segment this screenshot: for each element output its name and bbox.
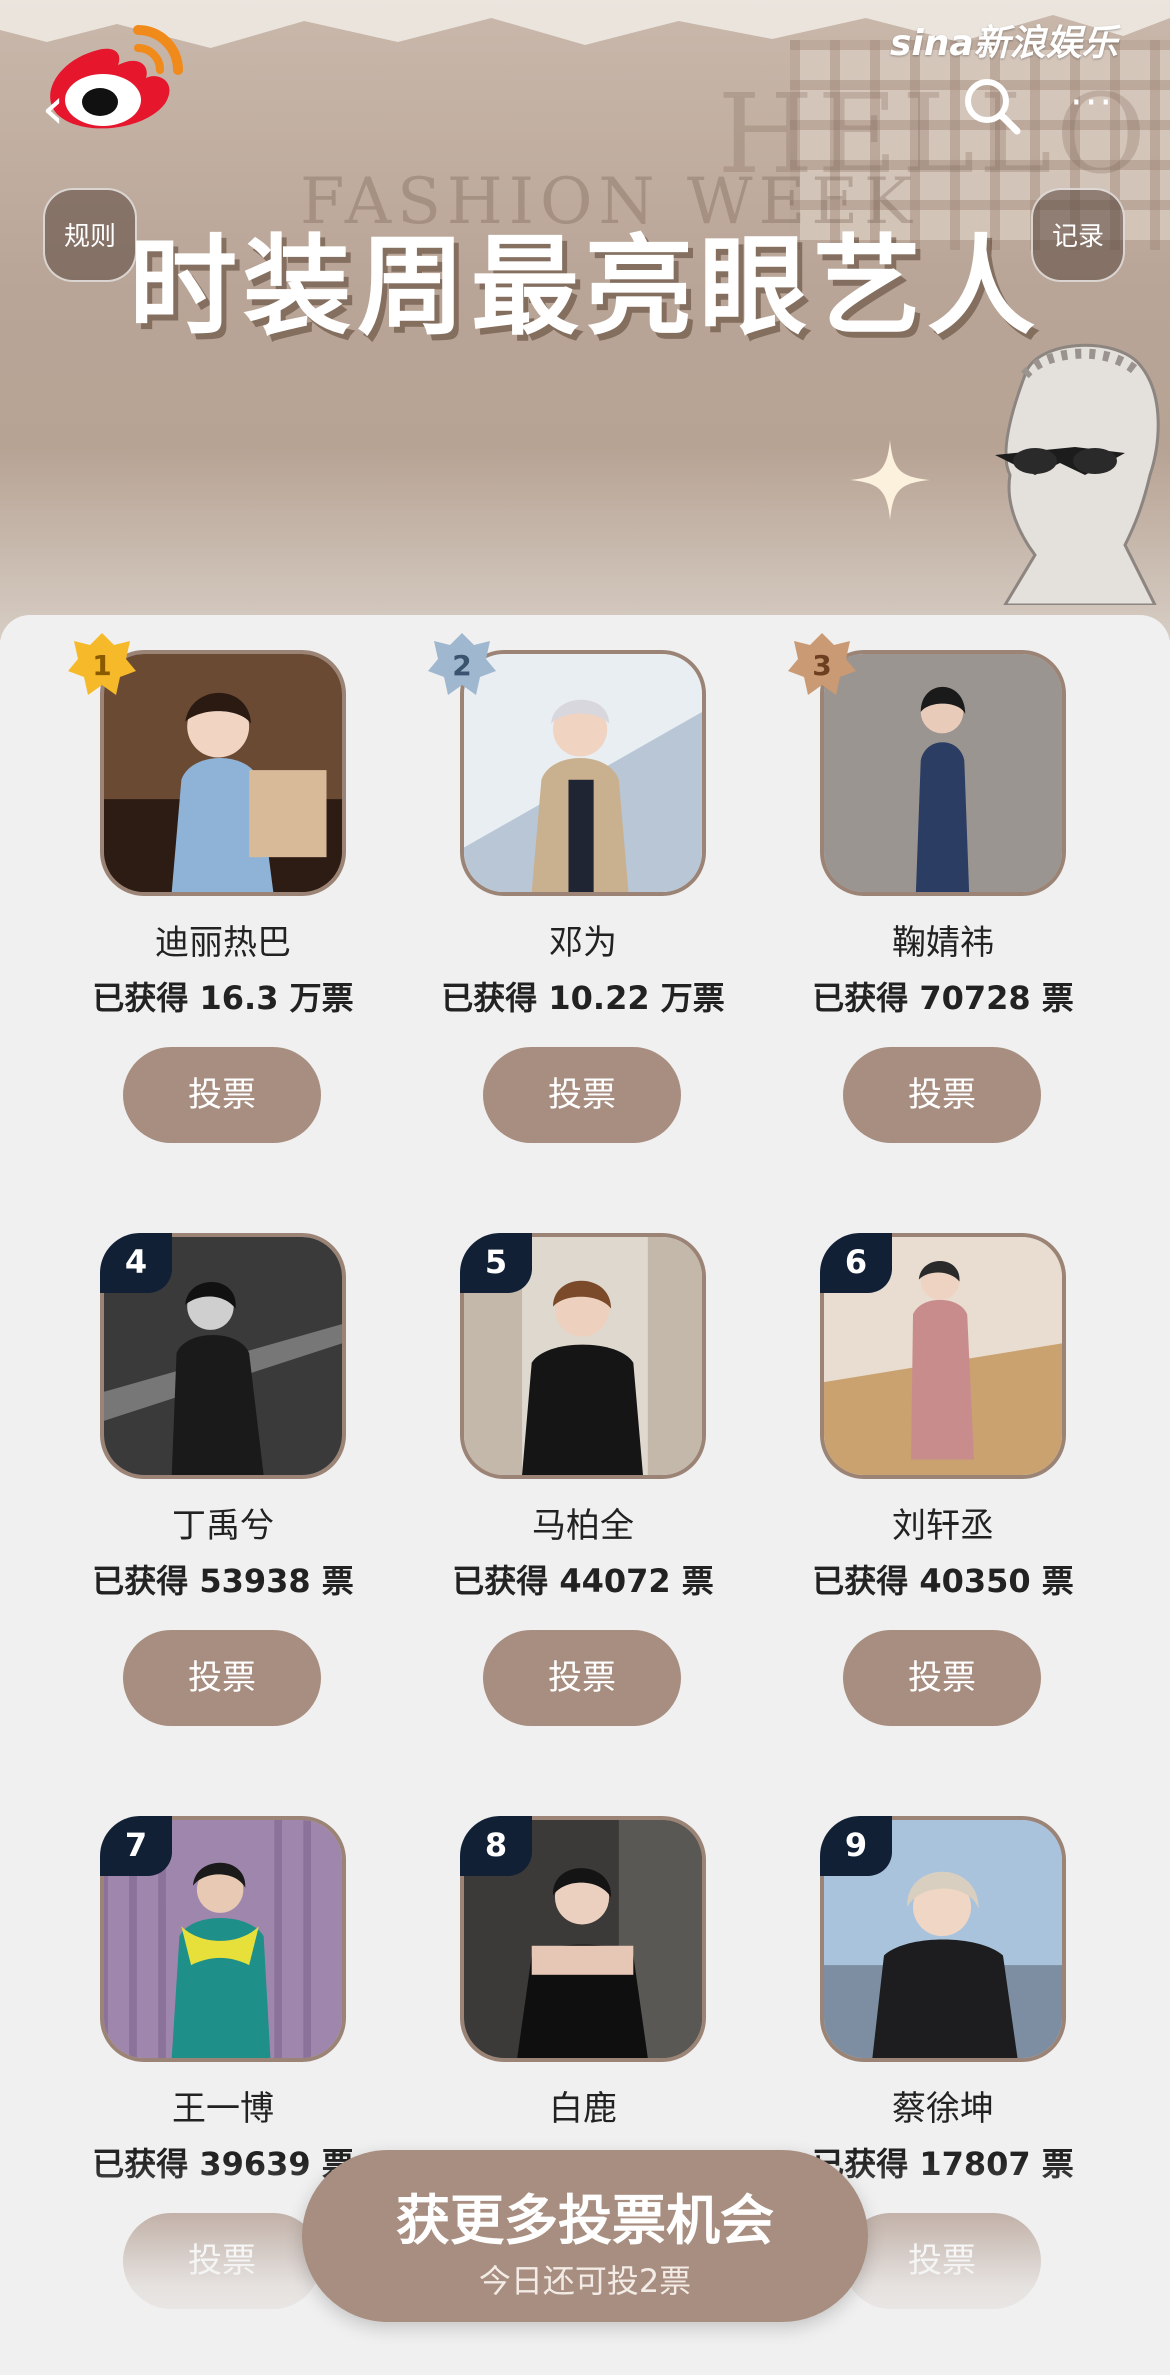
rank-bronze-badge-icon: 3 <box>788 633 856 695</box>
vote-button[interactable]: 投票 <box>843 1630 1041 1726</box>
svg-text:2: 2 <box>452 649 471 682</box>
header-banner: HELLO FASHION WEEK ‹ sina新浪娱乐 ··· 规则 记录 … <box>0 0 1170 640</box>
more-votes-title: 获更多投票机会 <box>396 2189 774 2252</box>
vote-button[interactable]: 投票 <box>843 1047 1041 1143</box>
vote-button[interactable]: 投票 <box>483 1630 681 1726</box>
artist-name: 白鹿 <box>549 2089 617 2129</box>
sina-entertainment-logo: sina新浪娱乐 <box>890 23 1118 64</box>
artist-votes: 已获得 40350 票 <box>812 1562 1074 1600</box>
artist-name: 蔡徐坤 <box>892 2089 994 2129</box>
search-icon[interactable] <box>962 76 1022 136</box>
artist-votes: 已获得 10.22 万票 <box>441 979 725 1017</box>
vote-button[interactable]: 投票 <box>123 1630 321 1726</box>
artist-votes: 已获得 53938 票 <box>92 1562 354 1600</box>
artist-name: 马柏全 <box>532 1506 634 1546</box>
vote-button[interactable]: 投票 <box>123 1047 321 1143</box>
artist-votes: 已获得 44072 票 <box>452 1562 714 1600</box>
page-title: 时装周最亮眼艺人 <box>128 225 1041 350</box>
remaining-votes-text: 今日还可投2票 <box>478 2262 692 2300</box>
vote-button[interactable]: 投票 <box>483 1047 681 1143</box>
artist-name: 丁禹兮 <box>172 1506 274 1546</box>
artist-name: 王一博 <box>172 2089 274 2129</box>
artist-votes: 已获得 16.3 万票 <box>92 979 354 1017</box>
rank-gold-badge-icon: 1 <box>68 633 136 695</box>
svg-text:1: 1 <box>92 649 111 682</box>
rank-silver-badge-icon: 2 <box>428 633 496 695</box>
back-chevron-icon[interactable]: ‹ <box>28 78 78 138</box>
artist-name: 刘轩丞 <box>892 1506 994 1546</box>
more-icon[interactable]: ··· <box>1070 83 1130 123</box>
sparkle-icon <box>850 440 930 520</box>
artist-votes: 已获得 70728 票 <box>812 979 1074 1017</box>
artist-name: 邓为 <box>549 923 617 963</box>
more-votes-button[interactable]: 获更多投票机会 今日还可投2票 <box>302 2150 868 2322</box>
artist-name: 迪丽热巴 <box>155 923 291 963</box>
artist-name: 鞠婧祎 <box>892 923 994 963</box>
svg-text:3: 3 <box>812 649 831 682</box>
statue-illustration-icon <box>995 343 1160 605</box>
